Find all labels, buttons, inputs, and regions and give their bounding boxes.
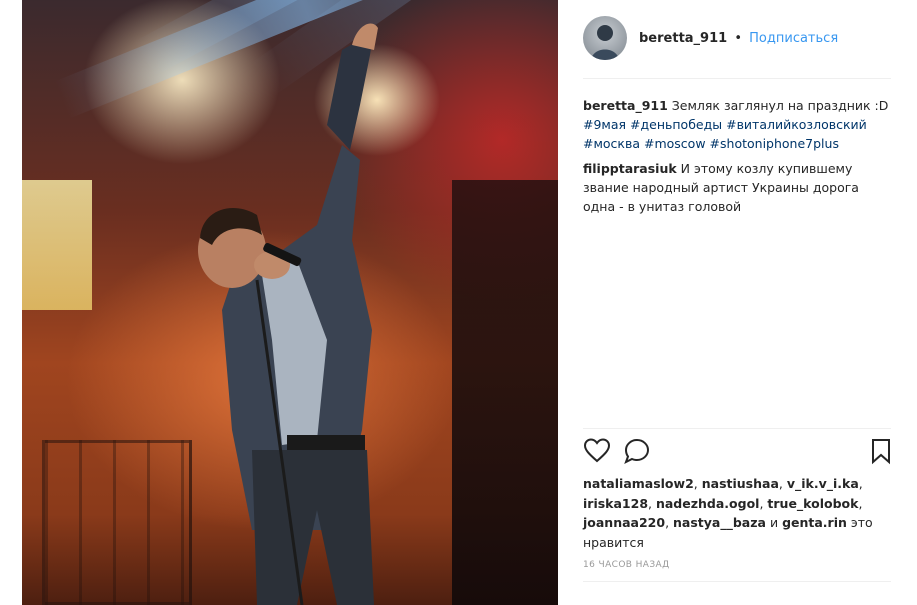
post-timestamp[interactable]: 16 часов назад: [583, 560, 670, 570]
stage-screen: [22, 180, 92, 310]
follow-button[interactable]: Подписаться: [749, 31, 838, 46]
heart-icon[interactable]: [583, 437, 611, 465]
stage-speaker: [452, 180, 558, 605]
post-photo[interactable]: [22, 0, 558, 605]
avatar[interactable]: [583, 16, 627, 60]
hashtag-link[interactable]: #виталийкозловский: [726, 117, 867, 132]
liker-link[interactable]: nadezhda.ogol: [656, 496, 759, 511]
comment: filipptarasiuk И этому козлу купившему з…: [583, 159, 893, 216]
bookmark-icon[interactable]: [867, 437, 895, 465]
likes-and-word: и: [769, 515, 779, 530]
actions-divider: [583, 428, 891, 429]
comments-list: beretta_911 Земляк заглянул на праздник …: [583, 96, 893, 222]
post-author-link[interactable]: beretta_911: [639, 31, 727, 46]
post-actions: [583, 437, 890, 467]
caption-author-link[interactable]: beretta_911: [583, 98, 668, 113]
liker-link[interactable]: nastiushaa: [702, 476, 779, 491]
liker-link[interactable]: joannaa220: [583, 515, 665, 530]
liker-link[interactable]: nataliamaslow2: [583, 476, 694, 491]
header-divider: [583, 78, 891, 79]
caption: beretta_911 Земляк заглянул на праздник …: [583, 96, 893, 153]
caption-text: Земляк заглянул на праздник :D: [671, 98, 889, 113]
hashtag-link[interactable]: #деньпобеды: [630, 117, 722, 132]
bottom-divider: [583, 581, 891, 582]
hashtag-link[interactable]: #москва: [583, 136, 640, 151]
liker-link[interactable]: true_kolobok: [767, 496, 858, 511]
hashtag-link[interactable]: #9мая: [583, 117, 626, 132]
liker-link[interactable]: iriska128: [583, 496, 648, 511]
speech-bubble-icon[interactable]: [623, 437, 651, 465]
liker-link[interactable]: v_ik.v_i.ka: [787, 476, 859, 491]
header-text: beretta_911 • Подписаться: [639, 31, 838, 46]
liker-link[interactable]: nastya__baza: [673, 515, 766, 530]
header-separator: •: [734, 30, 743, 46]
hashtag-link[interactable]: #moscow: [644, 136, 706, 151]
singer-figure: [198, 23, 378, 605]
user-silhouette-icon: [591, 25, 619, 60]
post-side-panel: beretta_911 • Подписаться beretta_911 Зе…: [558, 0, 917, 605]
comment-author-link[interactable]: filipptarasiuk: [583, 161, 677, 176]
liker-link[interactable]: genta.rin: [782, 515, 847, 530]
post-header: beretta_911 • Подписаться: [583, 14, 891, 62]
hashtag-link[interactable]: #shotoniphone7plus: [710, 136, 839, 151]
likes-summary: nataliamaslow2, nastiushaa, v_ik.v_i.ka,…: [583, 476, 873, 550]
